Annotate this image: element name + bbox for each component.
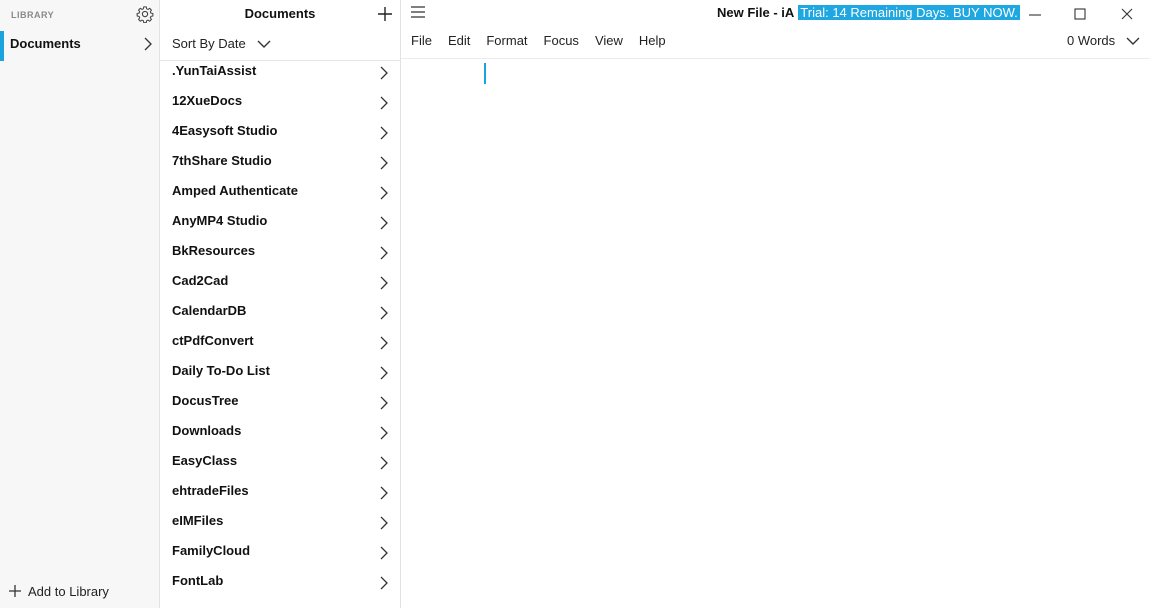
folder-item[interactable]: AnyMP4 Studio xyxy=(160,207,400,237)
folder-name: DocusTree xyxy=(172,393,239,408)
chevron-right-icon xyxy=(380,456,388,470)
chevron-right-icon xyxy=(380,516,388,530)
window-title-bar: New File - iA Trial: 14 Remaining Days. … xyxy=(717,3,1020,21)
folder-name: FontLab xyxy=(172,573,224,588)
minimize-icon[interactable] xyxy=(1028,7,1042,21)
new-document-button[interactable] xyxy=(377,6,393,22)
chevron-right-icon xyxy=(380,486,388,500)
menu-icon[interactable] xyxy=(410,5,426,19)
folder-name: Downloads xyxy=(172,423,242,438)
menu-help[interactable]: Help xyxy=(639,33,666,48)
folder-item[interactable]: eIMFiles xyxy=(160,507,400,537)
menu-format[interactable]: Format xyxy=(486,33,527,48)
menu-edit[interactable]: Edit xyxy=(448,33,470,48)
menu-view[interactable]: View xyxy=(595,33,623,48)
documents-pane: Documents Sort By Date .YunTaiAssist 12Xu… xyxy=(160,0,401,608)
folder-name: FamilyCloud xyxy=(172,543,251,558)
folder-item[interactable]: EasyClass xyxy=(160,447,400,477)
chevron-right-icon xyxy=(380,426,388,440)
chevron-right-icon xyxy=(380,186,388,200)
folder-item[interactable]: BkResources xyxy=(160,237,400,267)
chevron-right-icon xyxy=(380,276,388,290)
chevron-right-icon xyxy=(144,37,152,51)
folder-name: EasyClass xyxy=(172,453,238,468)
trial-banner[interactable]: Trial: 14 Remaining Days. BUY NOW. xyxy=(798,4,1020,20)
editor-text-area[interactable] xyxy=(401,59,1150,608)
sort-dropdown[interactable]: Sort By Date xyxy=(172,36,271,51)
plus-icon xyxy=(9,585,21,597)
chevron-right-icon xyxy=(380,66,388,80)
library-sidebar: LIBRARY Documents Add to Library xyxy=(0,0,160,608)
menu-bar: File Edit Format Focus View Help xyxy=(411,33,682,48)
chevron-right-icon xyxy=(380,156,388,170)
word-count: 0 Words xyxy=(1067,33,1116,48)
folder-name: Amped Authenticate xyxy=(172,183,298,198)
folder-name: eIMFiles xyxy=(172,513,224,528)
folder-name: .YunTaiAssist xyxy=(172,63,257,78)
folder-name: BkResources xyxy=(172,243,256,258)
folder-name: 7thShare Studio xyxy=(172,153,272,168)
menu-focus[interactable]: Focus xyxy=(544,33,579,48)
folder-item[interactable]: Daily To-Do List xyxy=(160,357,400,387)
folder-item[interactable]: Downloads xyxy=(160,417,400,447)
chevron-down-icon xyxy=(1126,37,1140,45)
text-caret xyxy=(484,63,486,84)
folder-item[interactable]: FontLab xyxy=(160,567,400,597)
folder-name: Cad2Cad xyxy=(172,273,229,288)
window-title: New File - iA xyxy=(717,4,795,20)
folder-name: 12XueDocs xyxy=(172,93,243,108)
maximize-icon[interactable] xyxy=(1073,7,1087,21)
folder-item[interactable]: 12XueDocs xyxy=(160,87,400,117)
chevron-right-icon xyxy=(380,366,388,380)
chevron-right-icon xyxy=(380,216,388,230)
library-item-label: Documents xyxy=(10,36,81,51)
add-to-library-button[interactable]: Add to Library xyxy=(8,581,109,601)
folder-item[interactable]: 7thShare Studio xyxy=(160,147,400,177)
folder-item[interactable]: Cad2Cad xyxy=(160,267,400,297)
folder-list: .YunTaiAssist 12XueDocs 4Easysoft Studio 7t… xyxy=(160,57,400,597)
chevron-right-icon xyxy=(380,336,388,350)
library-item-documents[interactable]: Documents xyxy=(0,31,159,61)
chevron-right-icon xyxy=(380,126,388,140)
folder-item[interactable]: Amped Authenticate xyxy=(160,177,400,207)
folder-name: Daily To-Do List xyxy=(172,363,270,378)
chevron-right-icon xyxy=(380,306,388,320)
folder-item[interactable]: ctPdfConvert xyxy=(160,327,400,357)
chevron-down-icon xyxy=(257,40,271,48)
chevron-right-icon xyxy=(380,546,388,560)
chevron-right-icon xyxy=(380,576,388,590)
gear-icon[interactable] xyxy=(136,5,154,23)
folder-name: AnyMP4 Studio xyxy=(172,213,268,228)
folder-item[interactable]: 4Easysoft Studio xyxy=(160,117,400,147)
folder-name: ctPdfConvert xyxy=(172,333,254,348)
folder-item[interactable]: .YunTaiAssist xyxy=(160,57,400,87)
menu-file[interactable]: File xyxy=(411,33,432,48)
word-count-dropdown[interactable]: 0 Words xyxy=(1067,33,1140,48)
editor: New File - iA Trial: 14 Remaining Days. … xyxy=(401,0,1150,608)
folder-item[interactable]: FamilyCloud xyxy=(160,537,400,567)
selection-indicator xyxy=(0,31,4,61)
chevron-right-icon xyxy=(380,246,388,260)
folder-item[interactable]: ehtradeFiles xyxy=(160,477,400,507)
folder-name: CalendarDB xyxy=(172,303,247,318)
chevron-right-icon xyxy=(380,96,388,110)
folder-name: ehtradeFiles xyxy=(172,483,249,498)
folder-item[interactable]: CalendarDB xyxy=(160,297,400,327)
sort-label: Sort By Date xyxy=(172,36,246,51)
close-icon[interactable] xyxy=(1120,7,1134,21)
folder-name: 4Easysoft Studio xyxy=(172,123,278,138)
chevron-right-icon xyxy=(380,396,388,410)
library-header: LIBRARY xyxy=(11,10,55,20)
documents-title: Documents xyxy=(244,6,316,21)
folder-item[interactable]: DocusTree xyxy=(160,387,400,417)
add-to-library-label: Add to Library xyxy=(28,583,109,599)
